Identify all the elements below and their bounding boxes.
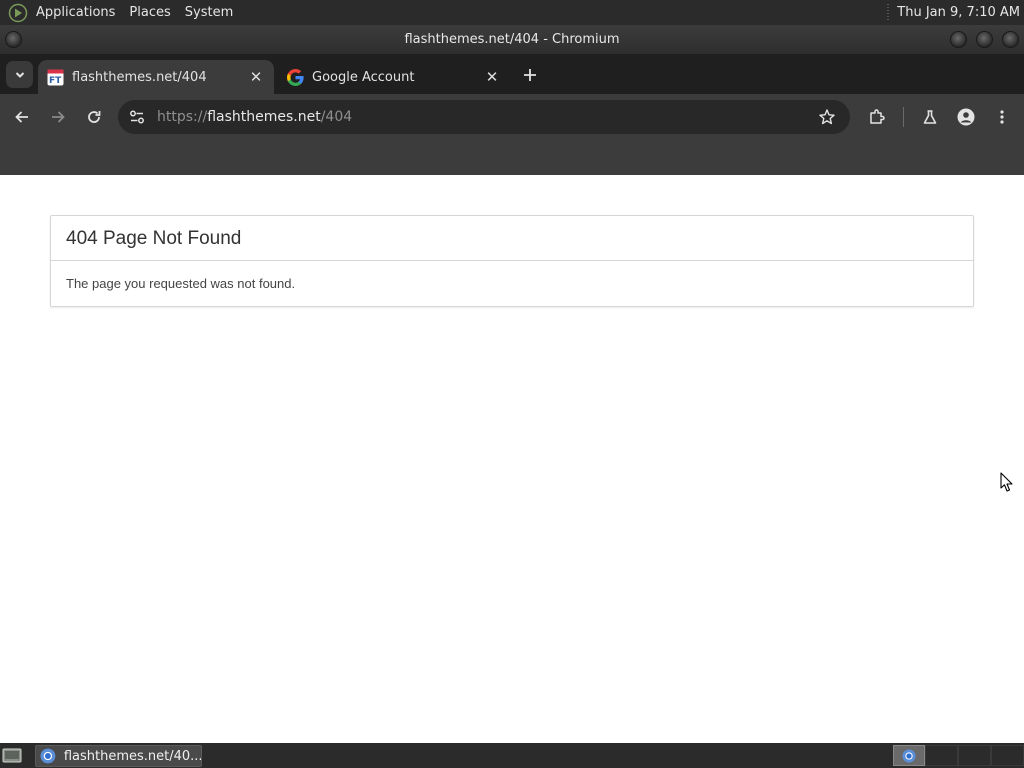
taskbar-item-chromium[interactable]: flashthemes.net/40...	[35, 745, 202, 767]
distro-logo-icon[interactable]	[8, 3, 28, 23]
bookmark-bar	[0, 140, 1024, 175]
url-host: flashthemes.net	[207, 109, 321, 125]
labs-button[interactable]	[918, 105, 942, 129]
plus-icon	[524, 69, 536, 81]
new-tab-button[interactable]	[518, 63, 542, 87]
tab-strip: FT flashthemes.net/404 ✕ Google Account …	[0, 54, 1024, 94]
kebab-menu-icon	[1000, 110, 1004, 124]
back-button[interactable]	[10, 105, 34, 129]
workspace-1[interactable]	[893, 745, 925, 766]
maximize-button[interactable]	[976, 31, 993, 48]
mouse-cursor-icon	[1000, 472, 1013, 492]
taskbar-item-label: flashthemes.net/40...	[63, 748, 201, 764]
tab-label: Google Account	[312, 69, 415, 85]
close-window-button[interactable]	[1002, 31, 1019, 48]
ft-favicon: FT	[47, 69, 64, 86]
page-content: 404 Page Not Found The page you requeste…	[0, 175, 1024, 743]
error-panel: 404 Page Not Found The page you requeste…	[50, 215, 974, 307]
bookmark-star-icon[interactable]	[818, 108, 836, 126]
url-path: /404	[320, 109, 353, 125]
reload-icon	[88, 111, 101, 123]
bottom-taskbar: flashthemes.net/40...	[0, 743, 1024, 768]
chromium-icon	[40, 748, 56, 764]
tab-label: flashthemes.net/404	[72, 69, 207, 85]
arrow-right-icon	[52, 111, 65, 123]
panel-separator	[887, 4, 889, 21]
page-title: 404 Page Not Found	[51, 216, 973, 261]
chromium-icon	[902, 748, 916, 763]
places-menu[interactable]: Places	[122, 0, 177, 25]
address-bar[interactable]: https://flashthemes.net/404	[118, 100, 850, 134]
chevron-down-icon	[15, 71, 24, 78]
url-scheme: https://	[157, 109, 208, 125]
clock[interactable]: Thu Jan 9, 7:10 AM	[897, 0, 1020, 25]
show-desktop-icon[interactable]	[2, 747, 22, 764]
close-tab-icon[interactable]: ✕	[483, 68, 501, 86]
extensions-button[interactable]	[865, 105, 889, 129]
flask-icon	[923, 110, 937, 124]
tab-flashthemes[interactable]: FT flashthemes.net/404 ✕	[38, 60, 274, 94]
window-title: flashthemes.net/404 - Chromium	[404, 32, 620, 47]
tab-search-button[interactable]	[6, 61, 33, 88]
error-message: The page you requested was not found.	[66, 276, 296, 291]
toolbar-separator	[903, 107, 904, 127]
tab-google-account[interactable]: Google Account ✕	[278, 60, 510, 94]
window-titlebar[interactable]: flashthemes.net/404 - Chromium	[0, 25, 1024, 54]
google-g-icon	[287, 68, 304, 86]
profile-button[interactable]	[954, 105, 978, 129]
account-icon	[957, 108, 975, 126]
workspace-2[interactable]	[925, 745, 958, 766]
applications-menu[interactable]: Applications	[29, 0, 122, 25]
reload-button[interactable]	[82, 105, 106, 129]
workspace-4[interactable]	[991, 745, 1024, 766]
close-tab-icon[interactable]: ✕	[247, 68, 265, 86]
menu-button[interactable]	[990, 105, 1014, 129]
workspace-3[interactable]	[958, 745, 991, 766]
top-panel: Applications Places System Thu Jan 9, 7:…	[0, 0, 1024, 25]
arrow-left-icon	[15, 111, 28, 123]
svg-text:FT: FT	[49, 76, 62, 86]
url-text[interactable]: https://flashthemes.net/404	[157, 100, 352, 134]
site-settings-icon[interactable]	[128, 108, 146, 126]
puzzle-icon	[870, 109, 885, 124]
minimize-button[interactable]	[950, 31, 967, 48]
system-menu[interactable]: System	[178, 0, 240, 25]
forward-button[interactable]	[46, 105, 70, 129]
browser-toolbar: https://flashthemes.net/404	[0, 94, 1024, 140]
